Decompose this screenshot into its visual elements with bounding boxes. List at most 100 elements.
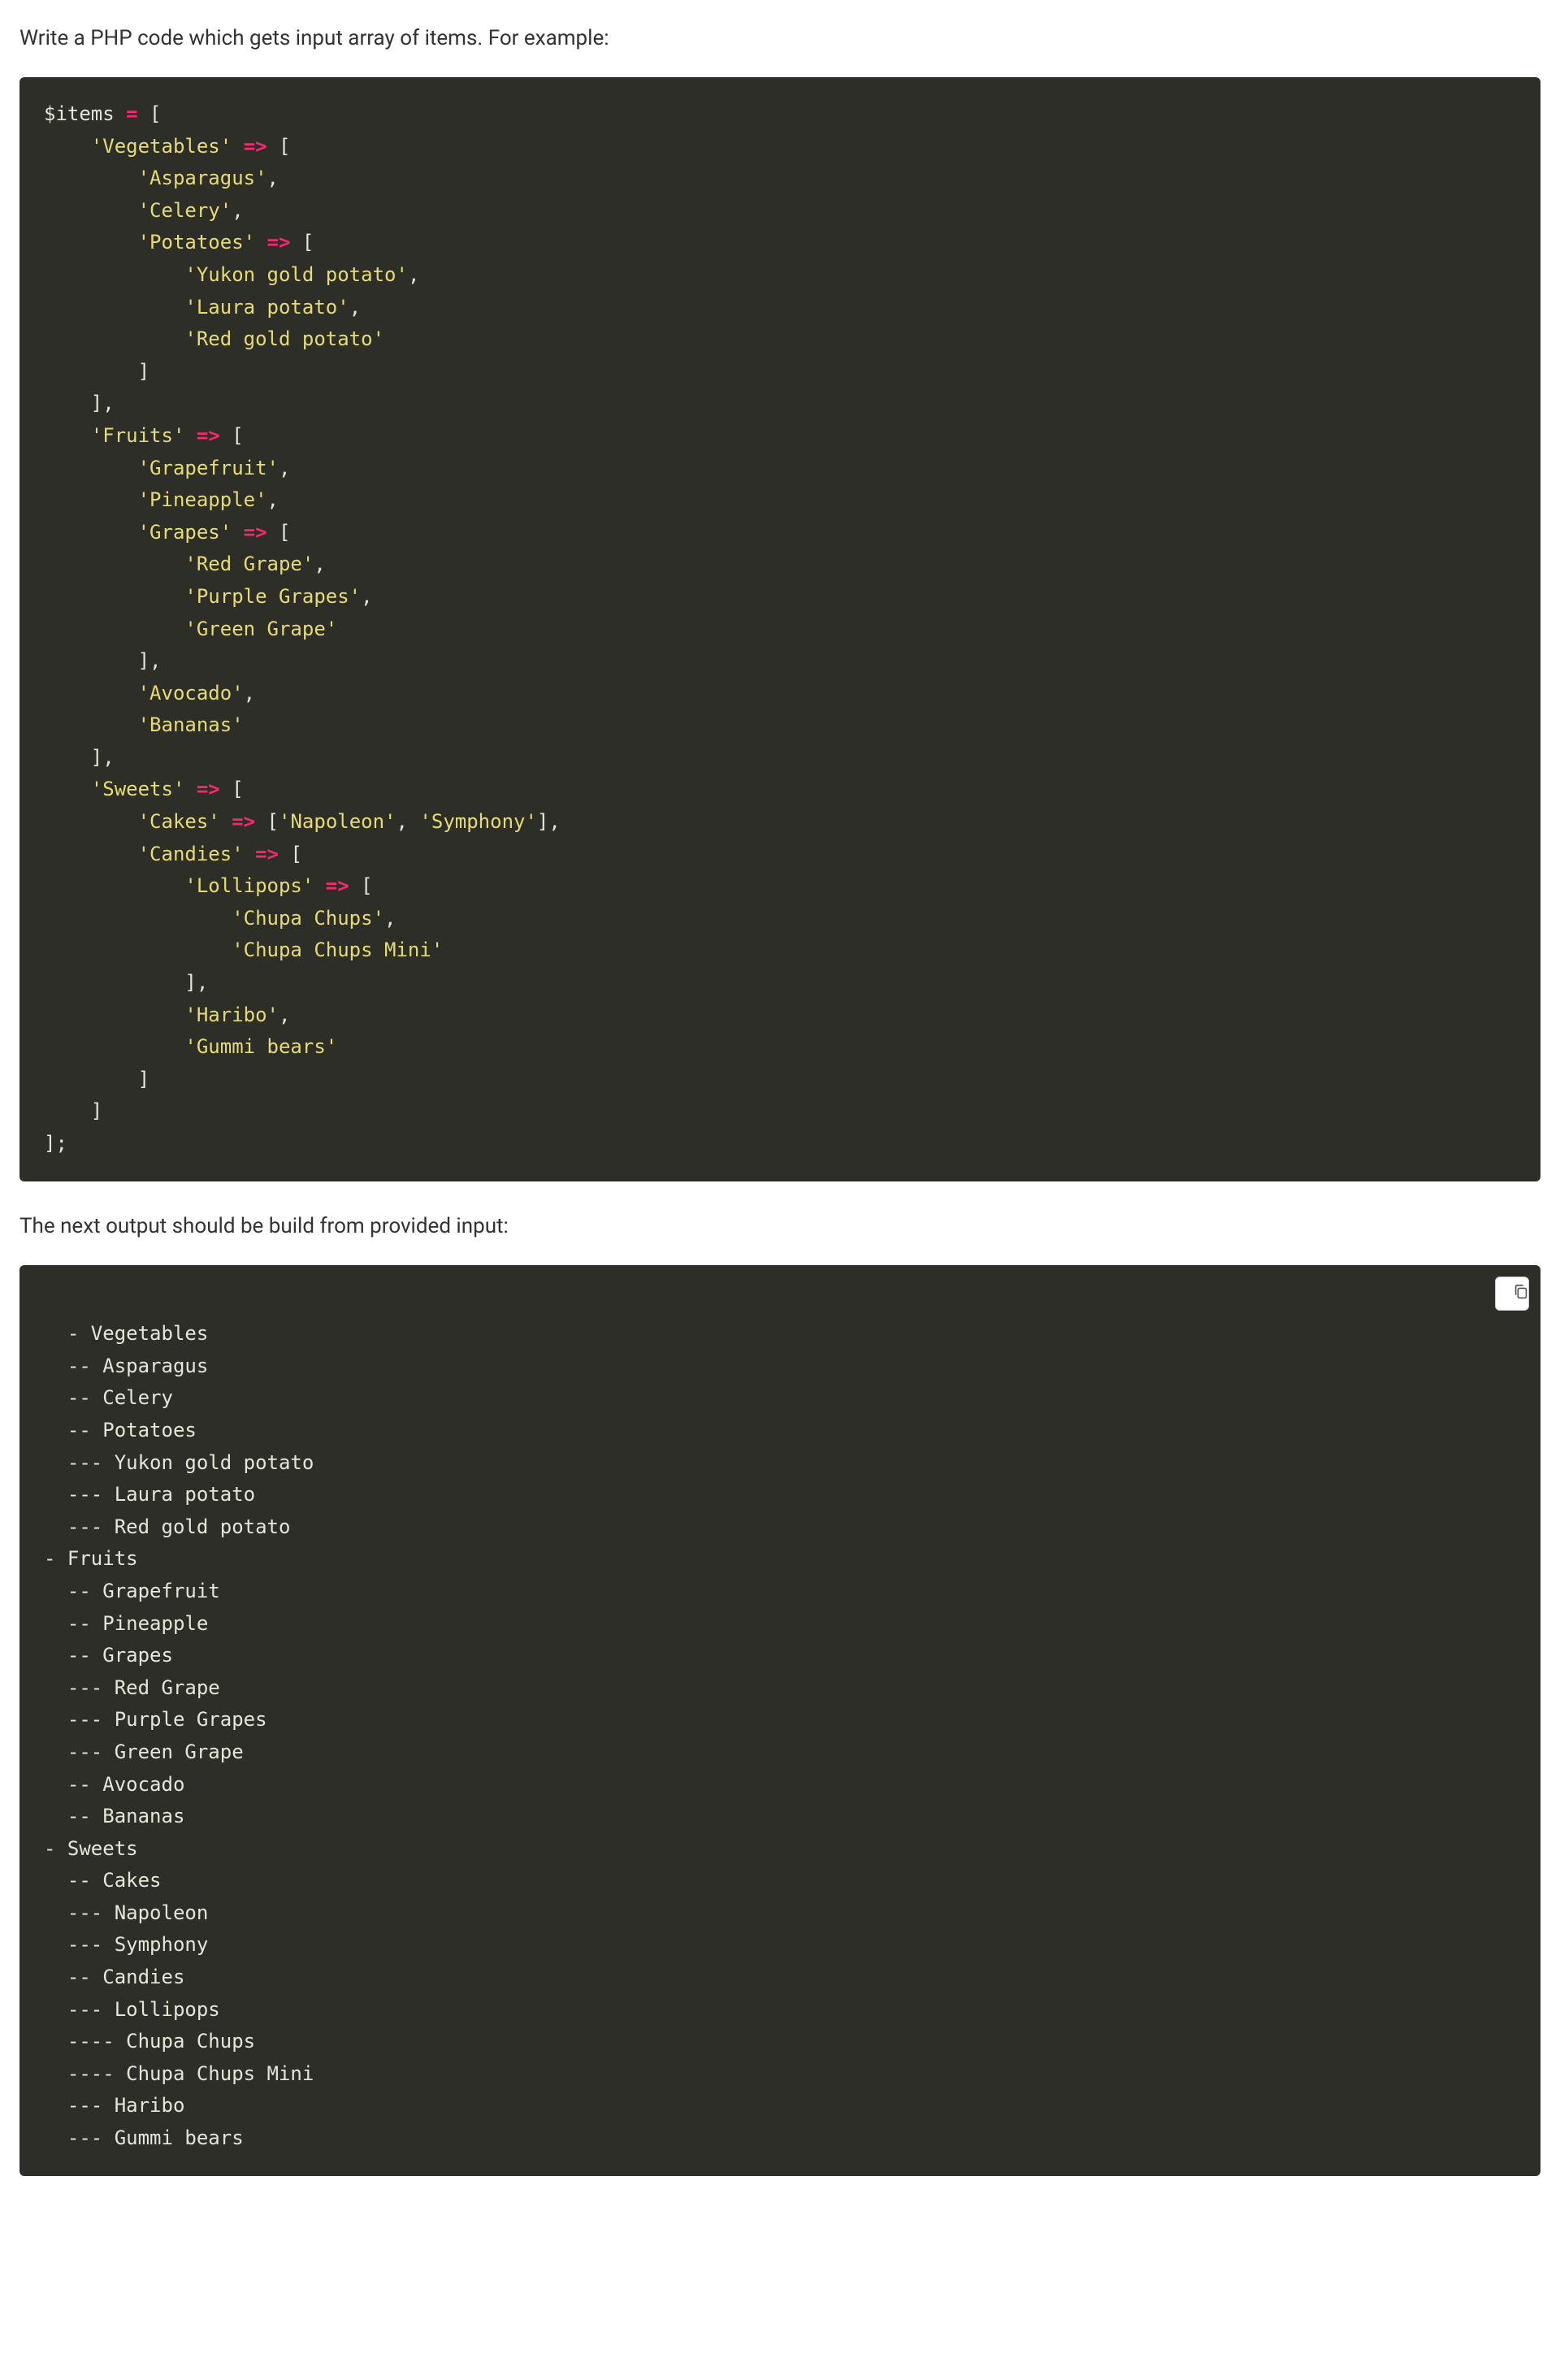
code-token-punct: [ [220,424,244,447]
code-token-arrow: => [267,231,291,254]
code-token-punct [44,810,138,833]
code-token-punct [244,843,255,865]
code-block-php-input: $items = [ 'Vegetables' => [ 'Asparagus'… [20,77,1540,1181]
code-token-arrow: => [232,810,255,833]
code-token-str: 'Fruits' [91,424,185,447]
code-token-punct: [ [220,778,244,800]
code-token-eq: = [126,102,137,125]
code-token-punct [44,296,184,319]
code-token-punct [314,874,325,897]
code-token-punct: , [267,167,279,189]
code-token-punct [44,521,138,544]
code-token-str: 'Purple Grapes' [184,585,361,608]
code-token-punct [44,457,138,479]
code-token-punct [44,424,91,447]
code-token-var: $items [44,102,115,125]
code-token-punct [44,199,138,222]
code-token-punct [44,713,138,736]
code-token-punct [115,102,126,125]
code-token-punct: , [279,457,290,479]
code-token-punct [220,810,232,833]
code-token-arrow: => [197,778,220,800]
code-token-str: 'Asparagus' [138,167,267,189]
code-token-punct [44,778,91,800]
code-token-punct [44,585,184,608]
code-token-punct: ] [44,360,150,383]
code-token-punct: , [384,907,396,930]
code-token-arrow: => [197,424,220,447]
copy-button[interactable] [1495,1277,1529,1311]
code-token-punct [44,231,138,254]
code-token-str: 'Chupa Chups Mini' [232,939,443,961]
code-token-str: 'Symphony' [419,810,537,833]
code-token-punct [232,521,243,544]
code-token-punct [44,1035,184,1058]
code-token-punct: ] [44,1068,150,1090]
code-token-punct: , [349,296,361,319]
code-token-str: 'Laura potato' [184,296,349,319]
code-token-punct: [ [279,843,302,865]
code-token-punct: [ [255,810,279,833]
clipboard-icon [1494,1271,1530,1316]
code-token-punct [184,778,196,800]
code-token-punct: [ [290,231,314,254]
code-token-str: 'Yukon gold potato' [184,263,408,286]
code-token-punct: ], [44,971,208,994]
code-token-punct: , [314,553,325,575]
code-token-str: 'Gummi bears' [184,1035,337,1058]
code-token-punct: [ [138,102,162,125]
code-token-str: 'Haribo' [184,1004,279,1026]
code-token-str: 'Vegetables' [91,135,232,158]
code-token-str: 'Napoleon' [279,810,396,833]
code-token-str: 'Lollipops' [184,874,314,897]
code-token-punct [44,843,138,865]
code-token-arrow: => [244,521,267,544]
code-token-str: 'Avocado' [138,682,244,704]
code-token-str: 'Candies' [138,843,244,865]
code-token-arrow: => [255,843,279,865]
code-token-str: 'Green Grape' [184,618,337,640]
code-token-punct: ], [44,746,115,769]
code-token-punct [184,424,196,447]
code-token-punct: ], [44,392,115,414]
code-token-punct: ], [537,810,561,833]
code-token-punct [44,488,138,511]
instruction-mid: The next output should be build from pro… [20,1211,1540,1242]
code-token-arrow: => [326,874,349,897]
code-token-punct [44,327,184,350]
code-token-punct: , [408,263,419,286]
code-token-arrow: => [244,135,267,158]
code-token-punct [44,618,184,640]
code-token-str: 'Celery' [138,199,232,222]
instruction-top: Write a PHP code which gets input array … [20,23,1540,54]
code-token-str: 'Red Grape' [184,553,314,575]
code-token-str: 'Grapefruit' [138,457,279,479]
code-token-punct: , [361,585,372,608]
code-token-str: 'Grapes' [138,521,232,544]
code-token-punct [44,874,184,897]
code-token-punct: [ [349,874,373,897]
code-token-str: 'Bananas' [138,713,244,736]
code-token-punct: [ [267,135,291,158]
code-token-punct: , [244,682,255,704]
code-token-punct: , [396,810,420,833]
code-token-punct [44,939,232,961]
code-token-punct [44,682,138,704]
code-token-str: 'Red gold potato' [184,327,384,350]
code-token-punct [44,263,184,286]
code-token-punct: , [232,199,243,222]
code-token-punct [44,167,138,189]
code-token-punct: ], [44,649,162,672]
code-token-punct: [ [267,521,291,544]
code-token-punct [232,135,243,158]
code-token-str: 'Cakes' [138,810,220,833]
code-token-punct [44,553,184,575]
code-output-text: - Vegetables -- Asparagus -- Celery -- P… [44,1322,314,2149]
code-token-str: 'Chupa Chups' [232,907,384,930]
code-token-punct: , [279,1004,290,1026]
code-token-str: 'Potatoes' [138,231,256,254]
code-token-punct [255,231,266,254]
code-token-str: 'Pineapple' [138,488,267,511]
code-token-str: 'Sweets' [91,778,185,800]
code-token-punct [44,1004,184,1026]
